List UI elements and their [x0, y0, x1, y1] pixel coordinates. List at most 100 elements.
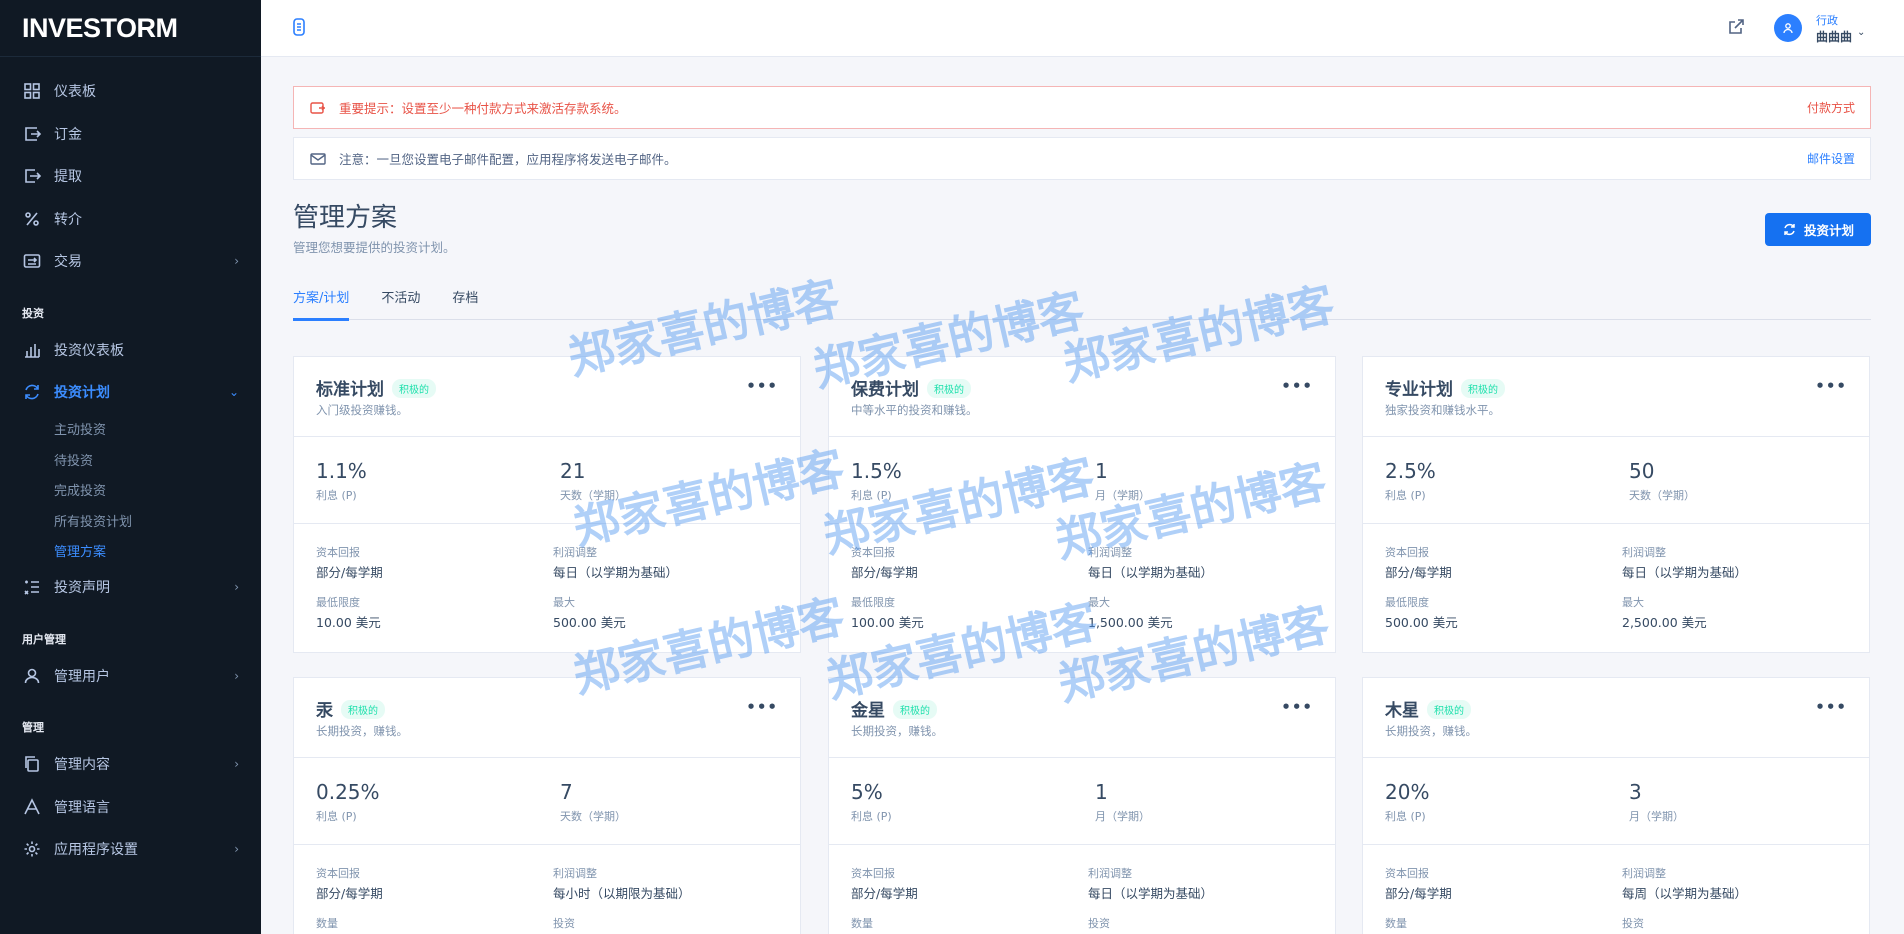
- sidebar-item-statement[interactable]: 投资声明 ›: [0, 566, 261, 609]
- status-badge: 积极的: [392, 379, 436, 398]
- plan-name: 保费计划 积极的: [851, 375, 971, 400]
- withdraw-icon: [22, 166, 42, 186]
- profit-adjust-value: 每周（以学期为基础）: [1622, 886, 1748, 901]
- status-badge: 积极的: [893, 700, 937, 719]
- tab-archived[interactable]: 存档: [452, 270, 478, 320]
- logo[interactable]: INVESTORM: [0, 0, 261, 57]
- user-icon: [1783, 23, 1793, 34]
- sidebar-item-referral[interactable]: 转介: [0, 198, 261, 241]
- profit-adjust-value: 每日（以学期为基础）: [1088, 565, 1214, 580]
- capital-return-value: 部分/每学期: [851, 565, 918, 580]
- external-link-icon[interactable]: [1726, 17, 1746, 37]
- status-badge: 积极的: [927, 379, 971, 398]
- sidebar-item-invest-dashboard[interactable]: 投资仪表板: [0, 329, 261, 372]
- gear-icon: [22, 839, 42, 859]
- email-settings-link[interactable]: 邮件设置: [1807, 150, 1855, 167]
- interest-label: 利息 (P): [316, 810, 357, 823]
- sidebar-item-label: 管理用户: [54, 668, 110, 685]
- plan-title: 木星: [1385, 701, 1419, 721]
- more-options-icon[interactable]: •••: [1815, 698, 1847, 716]
- document-icon[interactable]: [292, 17, 306, 37]
- profit-adjust-value: 每小时（以期限为基础）: [553, 886, 691, 901]
- user-icon: [22, 666, 42, 686]
- user-name[interactable]: 曲曲曲: [1816, 28, 1852, 45]
- plan-title: 保费计划: [851, 380, 919, 400]
- chevron-right-icon: ›: [234, 757, 239, 772]
- plan-title: 标准计划: [316, 380, 384, 400]
- plan-card: 木星 积极的 长期投资，赚钱。 ••• 20% 利息 (P) 3 月（学期） 资本…: [1362, 677, 1870, 934]
- plan-title: 金星: [851, 701, 885, 721]
- profit-adjust-label: 利润调整: [553, 546, 597, 559]
- plan-card-header: 保费计划 积极的 中等水平的投资和赚钱。 •••: [829, 357, 1335, 437]
- profit-adjust-label: 利润调整: [553, 867, 597, 880]
- max-label: 最大: [553, 596, 575, 609]
- sidebar: INVESTORM 仪表板 订金 提取 转介 交易 › 投资 投资仪表板 投资计…: [0, 0, 261, 934]
- more-options-icon[interactable]: •••: [746, 698, 778, 716]
- capital-return-value: 部分/每学期: [851, 886, 918, 901]
- more-options-icon[interactable]: •••: [1281, 377, 1313, 395]
- sidebar-item-manage-content[interactable]: 管理内容 ›: [0, 743, 261, 786]
- interest-rate: 2.5%: [1385, 459, 1436, 483]
- plan-details: 资本回报 部分/每学期 利润调整 每日（以学期为基础） 最低限度 100.00 …: [829, 524, 1335, 652]
- plan-description: 入门级投资赚钱。: [316, 403, 408, 417]
- interest-label: 利息 (P): [851, 489, 892, 502]
- copy-icon: [22, 754, 42, 774]
- more-options-icon[interactable]: •••: [1815, 377, 1847, 395]
- capital-return-value: 部分/每学期: [316, 565, 383, 580]
- sidebar-subitem-all[interactable]: 所有投资计划: [0, 505, 261, 536]
- status-badge: 积极的: [1427, 700, 1471, 719]
- alert-text: 重要提示：设置至少一种付款方式来激活存款系统。: [339, 101, 627, 116]
- plan-card-header: 木星 积极的 长期投资，赚钱。 •••: [1363, 678, 1869, 758]
- sidebar-subitem-active[interactable]: 主动投资: [0, 414, 261, 445]
- min-label: 最低限度: [1385, 596, 1429, 609]
- interest-label: 利息 (P): [1385, 810, 1426, 823]
- interest-rate: 20%: [1385, 780, 1430, 804]
- plan-details: 资本回报 部分/每学期 利润调整 每日（以学期为基础） 最低限度 10.00 美…: [294, 524, 800, 652]
- page-subtitle: 管理您想要提供的投资计划。: [293, 240, 456, 255]
- sidebar-subitem-completed[interactable]: 完成投资: [0, 475, 261, 506]
- sidebar-item-manage-language[interactable]: 管理语言: [0, 786, 261, 829]
- sidebar-item-withdraw[interactable]: 提取: [0, 155, 261, 198]
- plan-stats: 2.5% 利息 (P) 50 天数（学期）: [1363, 437, 1869, 524]
- plan-card: 金星 积极的 长期投资，赚钱。 ••• 5% 利息 (P) 1 月（学期） 资本回…: [828, 677, 1336, 934]
- more-options-icon[interactable]: •••: [1281, 698, 1313, 716]
- capital-return-value: 部分/每学期: [1385, 886, 1452, 901]
- sidebar-item-invest-plans[interactable]: 投资计划 ⌄: [0, 371, 261, 414]
- term-label: 月（学期）: [1629, 810, 1684, 823]
- sidebar-item-label: 转介: [54, 211, 82, 228]
- sidebar-subitem-manage-plans[interactable]: 管理方案: [0, 536, 261, 567]
- plan-details: 资本回报 部分/每学期 利润调整 每日（以学期为基础） 数量 投资: [829, 845, 1335, 934]
- term-value: 7: [560, 780, 573, 804]
- term-value: 1: [1095, 459, 1108, 483]
- quantity-label: 数量: [316, 917, 338, 930]
- sidebar-item-deposit[interactable]: 订金: [0, 113, 261, 156]
- sidebar-item-dashboard[interactable]: 仪表板: [0, 70, 261, 113]
- payment-methods-link[interactable]: 付款方式: [1807, 99, 1855, 116]
- tab-inactive[interactable]: 不活动: [381, 270, 420, 320]
- plan-card-header: 金星 积极的 长期投资，赚钱。 •••: [829, 678, 1335, 758]
- max-label: 最大: [1088, 596, 1110, 609]
- deposit-icon: [22, 124, 42, 144]
- capital-return-value: 部分/每学期: [1385, 565, 1452, 580]
- interest-label: 利息 (P): [316, 489, 357, 502]
- plan-details: 资本回报 部分/每学期 利润调整 每日（以学期为基础） 最低限度 500.00 …: [1363, 524, 1869, 652]
- tab-plans[interactable]: 方案/计划: [293, 270, 350, 321]
- sidebar-item-transactions[interactable]: 交易 ›: [0, 240, 261, 283]
- sidebar-item-manage-users[interactable]: 管理用户 ›: [0, 655, 261, 698]
- more-options-icon[interactable]: •••: [746, 377, 778, 395]
- sidebar-item-app-settings[interactable]: 应用程序设置 ›: [0, 828, 261, 871]
- chevron-right-icon: ›: [234, 580, 239, 595]
- plan-details: 资本回报 部分/每学期 利润调整 每周（以学期为基础） 数量 投资: [1363, 845, 1869, 934]
- interest-rate: 0.25%: [316, 780, 380, 804]
- quantity-label: 数量: [851, 917, 873, 930]
- sidebar-subitem-pending[interactable]: 待投资: [0, 444, 261, 475]
- avatar[interactable]: [1774, 14, 1802, 42]
- term-value: 50: [1629, 459, 1655, 483]
- chevron-down-icon[interactable]: ⌄: [1857, 27, 1865, 38]
- profit-adjust-value: 每日（以学期为基础）: [553, 565, 679, 580]
- plan-card: 标准计划 积极的 入门级投资赚钱。 ••• 1.1% 利息 (P) 21 天数（学…: [293, 356, 801, 653]
- chevron-down-icon: ⌄: [228, 385, 239, 400]
- plan-name: 汞积极的: [316, 696, 385, 721]
- refresh-icon: [1784, 223, 1795, 236]
- add-plan-button[interactable]: 投资计划: [1765, 213, 1871, 246]
